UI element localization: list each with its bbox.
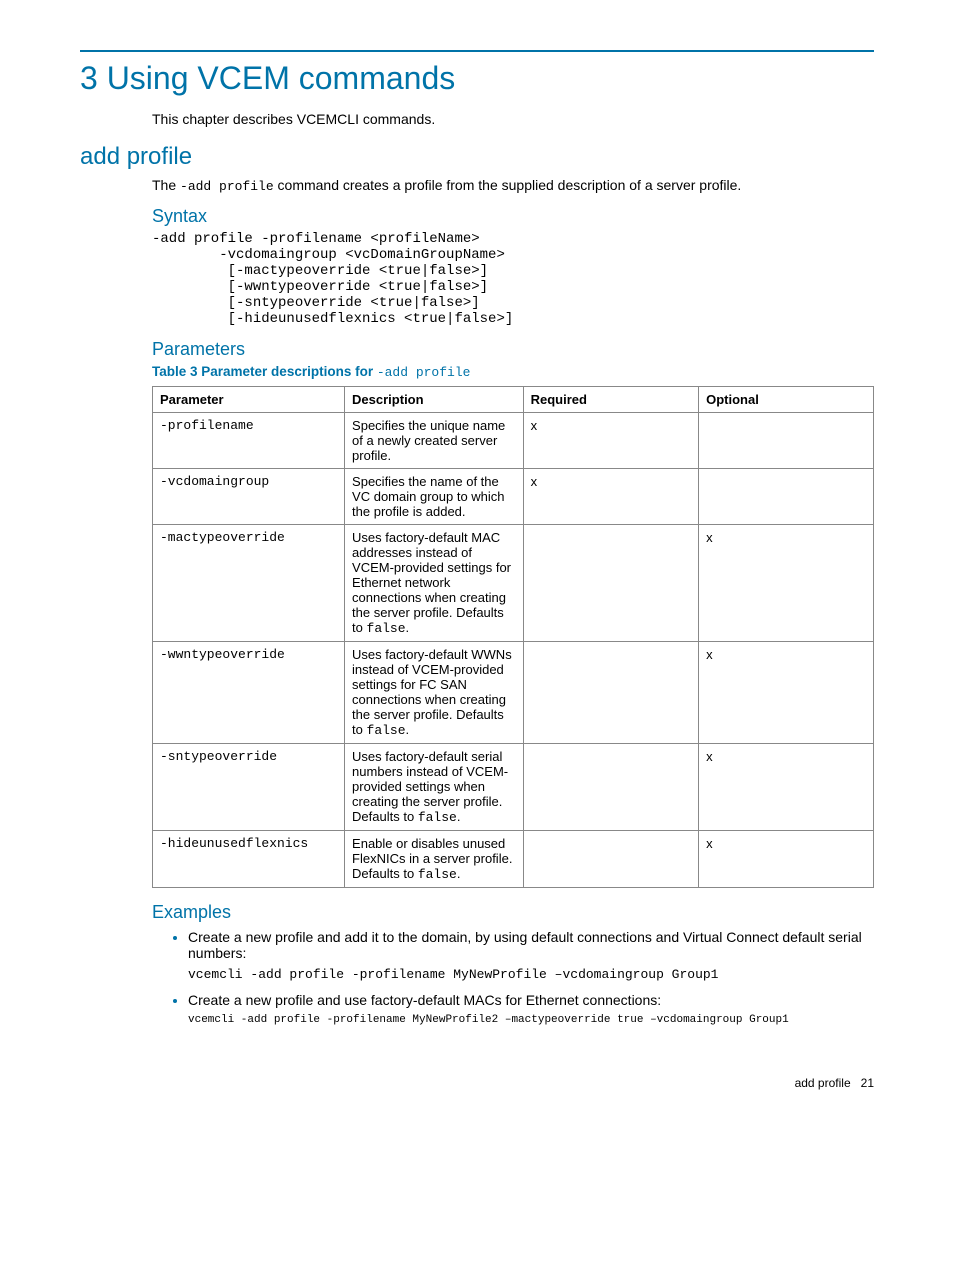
cell-param: -sntypeoverride bbox=[153, 744, 345, 831]
cell-required: x bbox=[523, 469, 699, 525]
cell-desc: Specifies the unique name of a newly cre… bbox=[345, 413, 524, 469]
syntax-heading: Syntax bbox=[152, 206, 874, 227]
desc-post: . bbox=[406, 722, 410, 737]
cell-desc: Uses factory-default MAC addresses inste… bbox=[345, 525, 524, 642]
desc-post: . bbox=[457, 809, 461, 824]
table-row: -mactypeoverride Uses factory-default MA… bbox=[153, 525, 874, 642]
th-required: Required bbox=[523, 387, 699, 413]
table-caption-pre: Table 3 Parameter descriptions for bbox=[152, 364, 377, 379]
section-desc-pre: The bbox=[152, 177, 180, 193]
table-row: -hideunusedflexnics Enable or disables u… bbox=[153, 831, 874, 888]
page-container: 3 Using VCEM commands This chapter descr… bbox=[0, 0, 954, 1120]
cell-desc: Specifies the name of the VC domain grou… bbox=[345, 469, 524, 525]
chapter-intro: This chapter describes VCEMCLI commands. bbox=[152, 111, 874, 127]
parameters-table: Parameter Description Required Optional … bbox=[152, 386, 874, 888]
cell-optional bbox=[699, 469, 874, 525]
table-row: -profilename Specifies the unique name o… bbox=[153, 413, 874, 469]
desc-pre: Uses factory-default MAC addresses inste… bbox=[352, 530, 511, 635]
cell-optional: x bbox=[699, 744, 874, 831]
cell-required: x bbox=[523, 413, 699, 469]
example-text: Create a new profile and use factory-def… bbox=[188, 992, 661, 1008]
cell-desc: Uses factory-default WWNs instead of VCE… bbox=[345, 642, 524, 744]
section-desc-post: command creates a profile from the suppl… bbox=[274, 177, 742, 193]
cell-param: -vcdomaingroup bbox=[153, 469, 345, 525]
examples-heading: Examples bbox=[152, 902, 874, 923]
desc-post: . bbox=[406, 620, 410, 635]
parameters-heading: Parameters bbox=[152, 339, 874, 360]
footer-page-number: 21 bbox=[861, 1076, 874, 1090]
cell-required bbox=[523, 831, 699, 888]
th-optional: Optional bbox=[699, 387, 874, 413]
cell-optional bbox=[699, 413, 874, 469]
chapter-title: 3 Using VCEM commands bbox=[80, 60, 874, 97]
section-desc-code: -add profile bbox=[180, 179, 274, 194]
desc-code: false bbox=[418, 867, 457, 882]
cell-desc: Uses factory-default serial numbers inst… bbox=[345, 744, 524, 831]
cell-required bbox=[523, 744, 699, 831]
example-code: vcemcli -add profile -profilename MyNewP… bbox=[188, 1014, 874, 1026]
syntax-code-block: -add profile -profilename <profileName> … bbox=[152, 231, 874, 327]
cell-optional: x bbox=[699, 642, 874, 744]
table-row: -sntypeoverride Uses factory-default ser… bbox=[153, 744, 874, 831]
th-description: Description bbox=[345, 387, 524, 413]
cell-desc: Enable or disables unused FlexNICs in a … bbox=[345, 831, 524, 888]
top-rule bbox=[80, 50, 874, 52]
cell-param: -wwntypeoverride bbox=[153, 642, 345, 744]
table-row: -wwntypeoverride Uses factory-default WW… bbox=[153, 642, 874, 744]
cell-param: -mactypeoverride bbox=[153, 525, 345, 642]
examples-list: Create a new profile and add it to the d… bbox=[170, 929, 874, 1026]
cell-optional: x bbox=[699, 831, 874, 888]
desc-code: false bbox=[418, 810, 457, 825]
cell-optional: x bbox=[699, 525, 874, 642]
table-caption: Table 3 Parameter descriptions for -add … bbox=[152, 364, 874, 380]
example-item: Create a new profile and use factory-def… bbox=[188, 992, 874, 1026]
cell-required bbox=[523, 642, 699, 744]
desc-code: false bbox=[367, 723, 406, 738]
table-caption-code: -add profile bbox=[377, 365, 471, 380]
table-header-row: Parameter Description Required Optional bbox=[153, 387, 874, 413]
cell-required bbox=[523, 525, 699, 642]
desc-code: false bbox=[367, 621, 406, 636]
section-body: The -add profile command creates a profi… bbox=[152, 177, 874, 1026]
th-parameter: Parameter bbox=[153, 387, 345, 413]
example-code: vcemcli -add profile -profilename MyNewP… bbox=[188, 967, 874, 982]
cell-param: -profilename bbox=[153, 413, 345, 469]
example-item: Create a new profile and add it to the d… bbox=[188, 929, 874, 982]
table-row: -vcdomaingroup Specifies the name of the… bbox=[153, 469, 874, 525]
desc-post: . bbox=[457, 866, 461, 881]
example-text: Create a new profile and add it to the d… bbox=[188, 929, 862, 961]
section-title-add-profile: add profile bbox=[80, 143, 874, 171]
footer-label: add profile bbox=[795, 1076, 851, 1090]
cell-param: -hideunusedflexnics bbox=[153, 831, 345, 888]
page-footer: add profile 21 bbox=[80, 1076, 874, 1090]
